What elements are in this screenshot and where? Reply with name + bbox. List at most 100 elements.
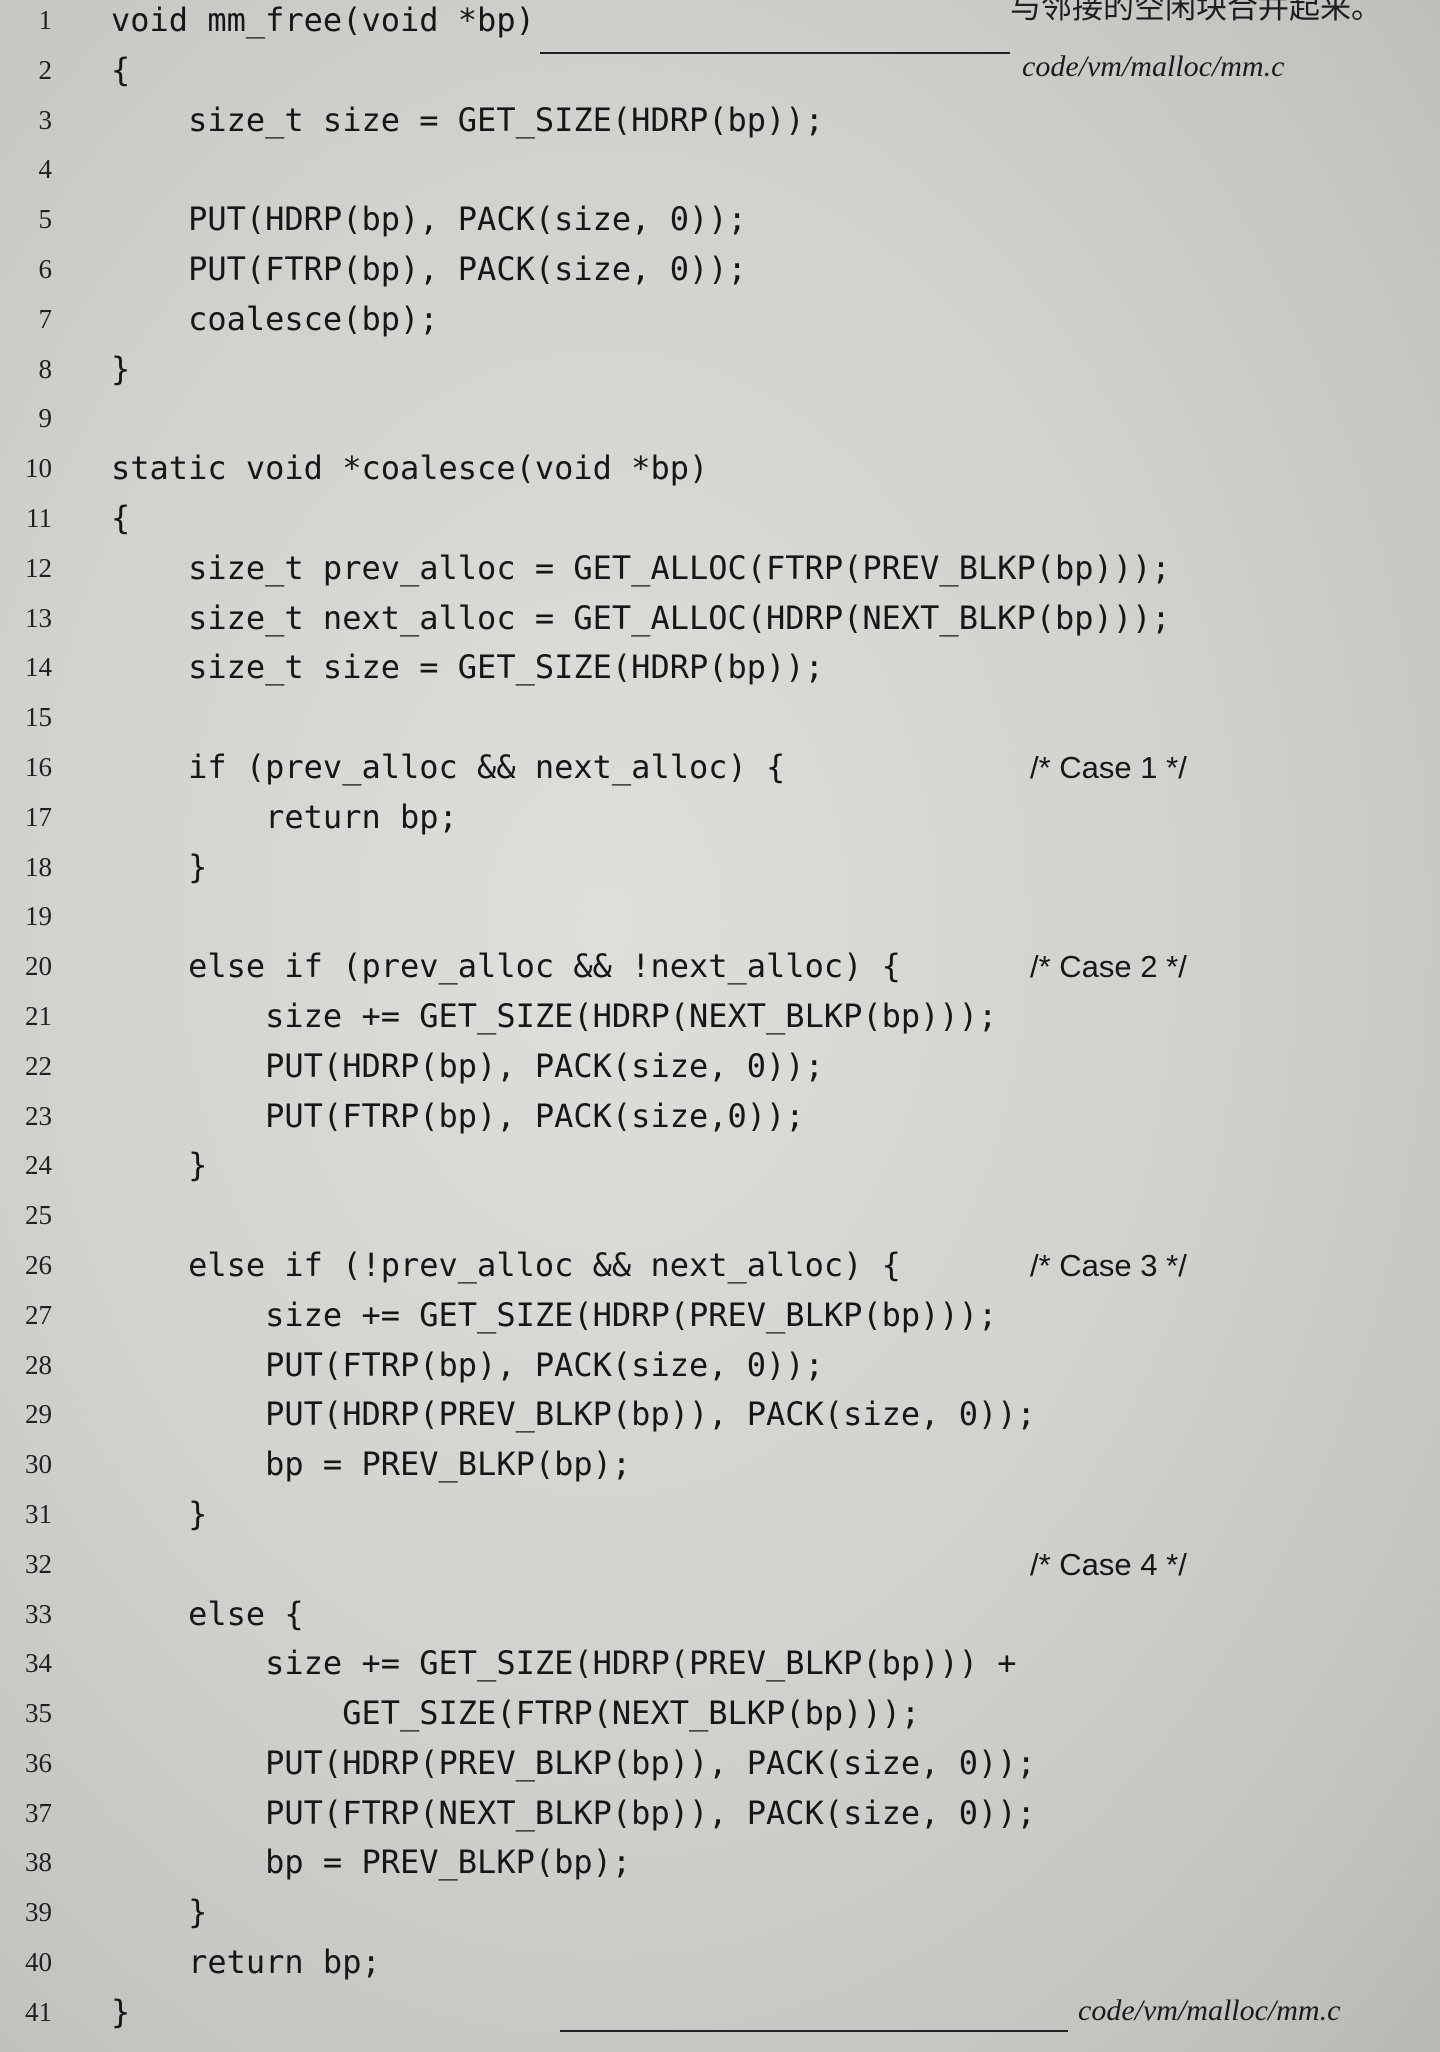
code-line: 22 PUT(HDRP(bp), PACK(size, 0)); [0, 1042, 1440, 1092]
code-line: 5 PUT(HDRP(bp), PACK(size, 0)); [0, 195, 1440, 245]
line-number: 36 [25, 1747, 52, 1778]
line-number: 10 [25, 453, 52, 484]
code-text: static void *coalesce(void *bp) [111, 449, 709, 488]
listing-bottom-rule [560, 2030, 1068, 2032]
line-number: 21 [25, 1000, 52, 1031]
code-line: 14 size_t size = GET_SIZE(HDRP(bp)); [0, 643, 1440, 693]
code-text: PUT(FTRP(NEXT_BLKP(bp)), PACK(size, 0)); [111, 1793, 1036, 1832]
code-line: 32 /* Case 4 */ [0, 1540, 1440, 1590]
code-line: 7 coalesce(bp); [0, 295, 1440, 345]
code-comment: /* Case 3 */ [1030, 1247, 1187, 1283]
code-line: 37 PUT(FTRP(NEXT_BLKP(bp)), PACK(size, 0… [0, 1789, 1440, 1839]
code-text: { [111, 50, 131, 89]
code-line: 27 size += GET_SIZE(HDRP(PREV_BLKP(bp)))… [0, 1291, 1440, 1341]
code-line: 4 [0, 145, 1440, 195]
line-number: 7 [38, 303, 53, 334]
code-text: PUT(HDRP(bp), PACK(size, 0)); [111, 1046, 824, 1085]
code-line: 3 size_t size = GET_SIZE(HDRP(bp)); [0, 96, 1440, 146]
code-text: PUT(HDRP(bp), PACK(size, 0)); [111, 200, 747, 239]
code-text: coalesce(bp); [111, 299, 439, 338]
code-line: 29 PUT(HDRP(PREV_BLKP(bp)), PACK(size, 0… [0, 1390, 1440, 1440]
code-line: 13 size_t next_alloc = GET_ALLOC(HDRP(NE… [0, 594, 1440, 644]
line-number: 37 [25, 1797, 52, 1828]
line-number: 40 [25, 1947, 52, 1978]
code-line: 17 return bp; [0, 793, 1440, 843]
code-line: 40 return bp; [0, 1938, 1440, 1988]
code-text: PUT(FTRP(bp), PACK(size,0)); [111, 1096, 805, 1135]
code-text: else if (!prev_alloc && next_alloc) { [111, 1245, 901, 1284]
code-line: 2{ [0, 46, 1440, 96]
line-number: 2 [38, 54, 53, 85]
line-number: 41 [25, 1996, 52, 2027]
code-text: size_t size = GET_SIZE(HDRP(bp)); [111, 648, 824, 687]
line-number: 32 [25, 1548, 52, 1579]
file-label-bottom: code/vm/malloc/mm.c [1078, 1994, 1341, 2027]
code-line: 34 size += GET_SIZE(HDRP(PREV_BLKP(bp)))… [0, 1639, 1440, 1689]
line-number: 24 [25, 1150, 52, 1181]
line-number: 20 [25, 951, 52, 982]
line-number: 28 [25, 1349, 52, 1380]
code-text: GET_SIZE(FTRP(NEXT_BLKP(bp))); [111, 1694, 921, 1733]
line-number: 3 [38, 104, 53, 135]
line-number: 35 [25, 1698, 52, 1729]
code-text: bp = PREV_BLKP(bp); [111, 1445, 632, 1484]
code-text: size += GET_SIZE(HDRP(NEXT_BLKP(bp))); [111, 996, 998, 1035]
line-number: 30 [25, 1449, 52, 1480]
code-listing: 1 void mm_free(void *bp) 2{3 size_t size =… [0, 0, 1440, 2038]
line-number: 5 [38, 204, 53, 235]
code-line: 33 else { [0, 1590, 1440, 1640]
code-line: 10 static void *coalesce(void *bp) [0, 444, 1440, 494]
code-line: 11 { [0, 494, 1440, 544]
line-number: 6 [38, 253, 53, 284]
code-comment: /* Case 4 */ [1030, 1546, 1187, 1582]
code-text: PUT(FTRP(bp), PACK(size, 0)); [111, 1345, 824, 1384]
line-number: 39 [25, 1897, 52, 1928]
code-line: 18 } [0, 843, 1440, 893]
code-line: 28 PUT(FTRP(bp), PACK(size, 0)); [0, 1341, 1440, 1391]
line-number: 16 [25, 751, 52, 782]
line-number: 8 [38, 353, 53, 384]
code-text: else if (prev_alloc && !next_alloc) { [111, 947, 901, 986]
code-text: PUT(FTRP(bp), PACK(size, 0)); [111, 249, 747, 288]
line-number: 13 [25, 602, 52, 633]
code-text: } [111, 349, 131, 388]
code-text: if (prev_alloc && next_alloc) { [111, 747, 786, 786]
line-number: 22 [25, 1050, 52, 1081]
code-line: 30 bp = PREV_BLKP(bp); [0, 1440, 1440, 1490]
line-number: 33 [25, 1598, 52, 1629]
line-number: 26 [25, 1249, 52, 1280]
code-line: 20 else if (prev_alloc && !next_alloc) {… [0, 942, 1440, 992]
line-number: 15 [25, 702, 52, 733]
code-text: size_t next_alloc = GET_ALLOC(HDRP(NEXT_… [111, 598, 1171, 637]
line-number: 11 [26, 502, 52, 533]
code-line: 21 size += GET_SIZE(HDRP(NEXT_BLKP(bp)))… [0, 992, 1440, 1042]
code-text: size_t size = GET_SIZE(HDRP(bp)); [111, 100, 824, 139]
code-text: return bp; [111, 797, 458, 836]
code-line: 19 [0, 892, 1440, 942]
line-number: 25 [25, 1200, 52, 1231]
code-line: 9 [0, 394, 1440, 444]
code-comment: /* Case 1 */ [1030, 749, 1187, 785]
line-number: 23 [25, 1100, 52, 1131]
line-number: 27 [25, 1299, 52, 1330]
code-text: bp = PREV_BLKP(bp); [111, 1843, 632, 1882]
code-line: 24 } [0, 1141, 1440, 1191]
line-number: 18 [25, 851, 52, 882]
code-line: 36 PUT(HDRP(PREV_BLKP(bp)), PACK(size, 0… [0, 1739, 1440, 1789]
line-number: 9 [38, 403, 53, 434]
line-number: 12 [25, 552, 52, 583]
code-text: PUT(HDRP(PREV_BLKP(bp)), PACK(size, 0)); [111, 1743, 1036, 1782]
code-line: 1 void mm_free(void *bp) [0, 0, 1440, 46]
code-text: } [111, 1494, 208, 1533]
code-text: else { [111, 1594, 304, 1633]
line-number: 19 [25, 901, 52, 932]
code-line: 12 size_t prev_alloc = GET_ALLOC(FTRP(PR… [0, 544, 1440, 594]
code-line: 15 [0, 693, 1440, 743]
line-number: 4 [38, 154, 53, 185]
code-comment: /* Case 2 */ [1030, 949, 1187, 985]
code-line: 8} [0, 345, 1440, 395]
line-number: 38 [25, 1847, 52, 1878]
line-number: 29 [25, 1399, 52, 1430]
code-line: 26 else if (!prev_alloc && next_alloc) {… [0, 1241, 1440, 1291]
code-text: return bp; [111, 1943, 381, 1982]
